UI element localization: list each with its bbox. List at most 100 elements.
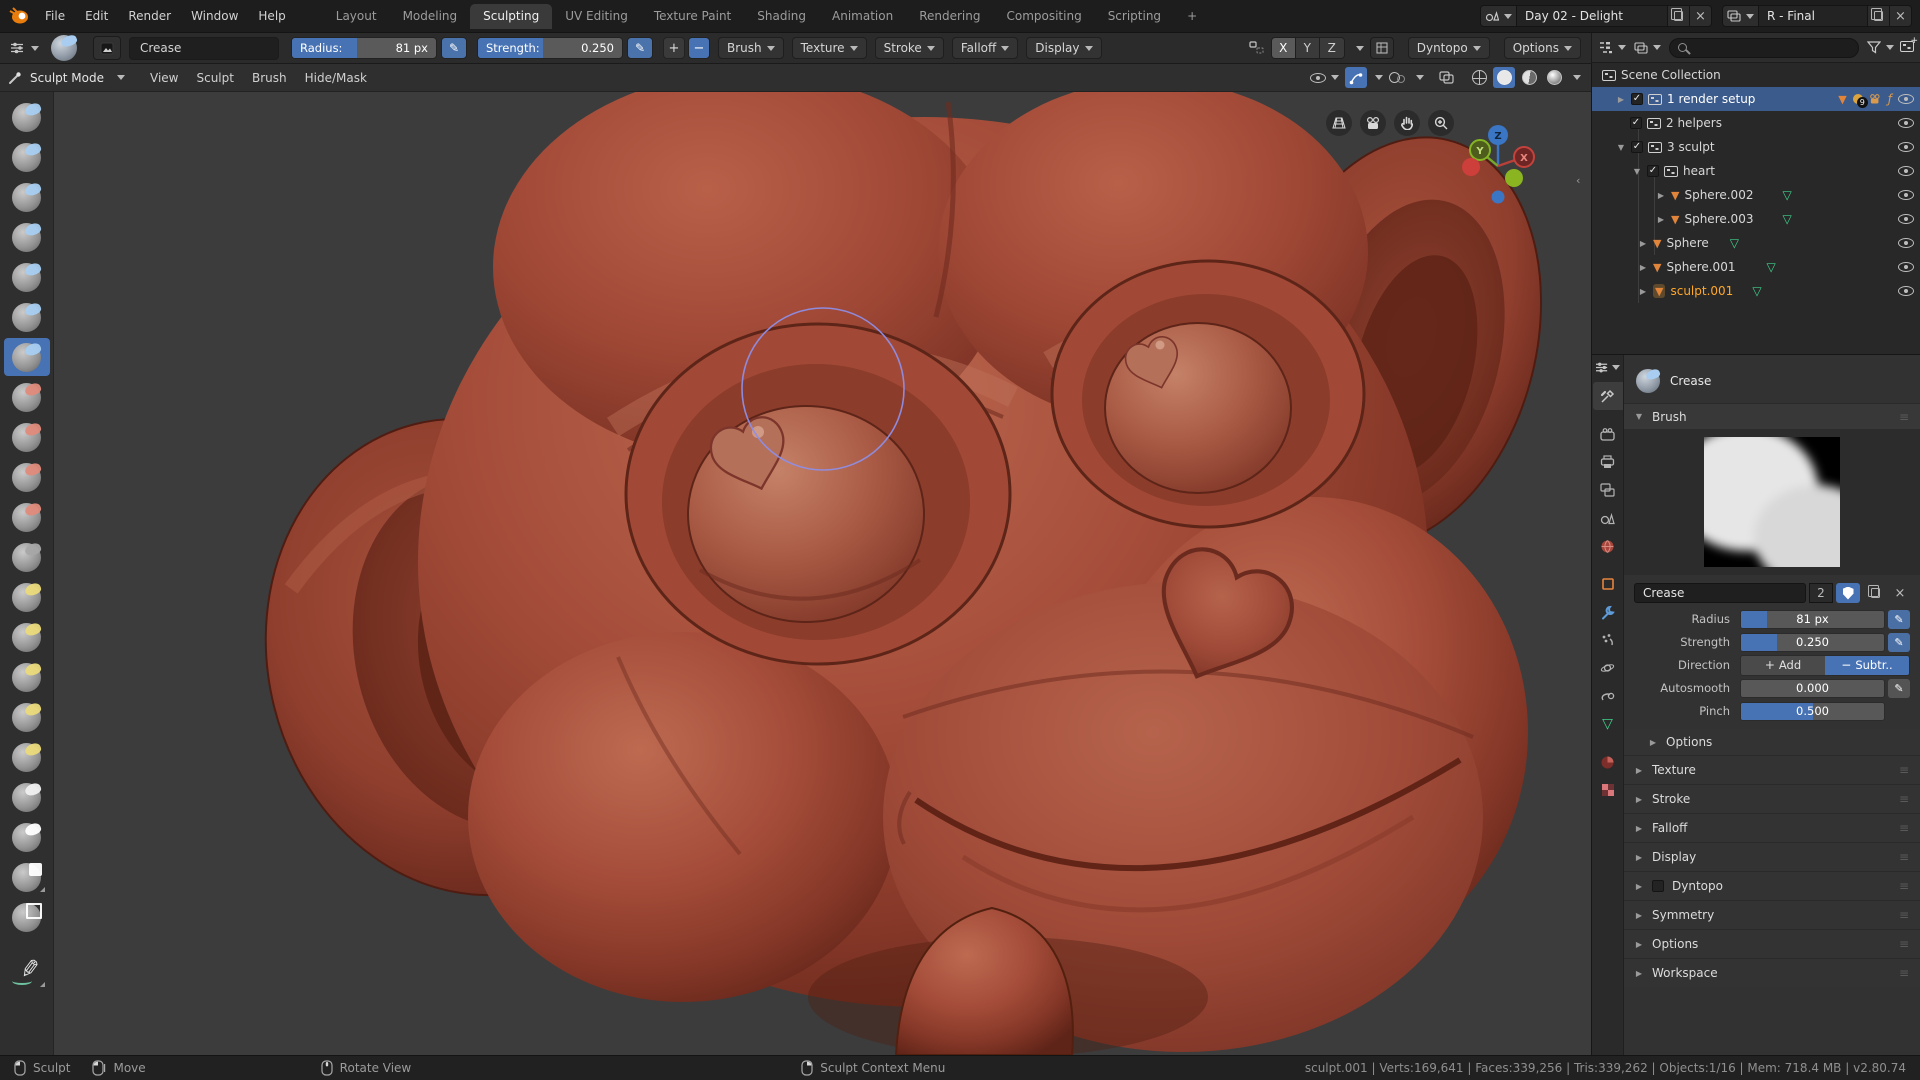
collection-checkbox[interactable] (1630, 117, 1642, 129)
tab-material[interactable] (1593, 748, 1623, 776)
overlays-dropdown[interactable] (1416, 75, 1424, 80)
tab-particles[interactable] (1593, 626, 1623, 654)
annotate[interactable] (4, 953, 50, 991)
collection-checkbox[interactable] (1631, 141, 1643, 153)
fake-user-button[interactable] (1836, 583, 1860, 603)
property-section-header[interactable]: ▶ Symmetry ≡ (1624, 900, 1920, 929)
gizmos-dropdown[interactable] (1375, 75, 1383, 80)
viewport-canvas[interactable]: Z Y X ‹ (0, 92, 1591, 1055)
tab-constraints[interactable] (1593, 682, 1623, 710)
blob[interactable] (4, 298, 50, 336)
viewport-menu[interactable]: Sculpt (187, 68, 242, 88)
hide-toggle[interactable] (1898, 118, 1914, 128)
property-section-header[interactable]: ▶ Display ≡ (1624, 842, 1920, 871)
brush-preview-box[interactable] (1624, 429, 1920, 575)
pan-view-button[interactable] (1394, 110, 1420, 136)
zoom-view-button[interactable] (1428, 110, 1454, 136)
workspace-tab[interactable]: Sculpting (470, 3, 553, 29)
hide-toggle[interactable] (1898, 94, 1914, 104)
view-layer-new-button[interactable] (1867, 6, 1889, 26)
scrape[interactable] (4, 498, 50, 536)
workspace-tab[interactable]: Compositing (993, 4, 1094, 29)
scene-browse-button[interactable] (1481, 6, 1517, 26)
workspace-tab[interactable]: Texture Paint (641, 4, 744, 29)
flatten[interactable] (4, 418, 50, 456)
property-section-header[interactable]: ▶ Dyntopo ≡ (1624, 871, 1920, 900)
view-layer-remove-button[interactable]: × (1889, 6, 1911, 26)
shading-wireframe-button[interactable] (1468, 67, 1490, 88)
direction-add-button[interactable]: + (663, 37, 685, 59)
tab-output[interactable] (1593, 448, 1623, 476)
section-brush-options[interactable]: ▶ Options (1624, 729, 1920, 755)
shading-material-button[interactable] (1518, 67, 1540, 88)
radius-slider[interactable]: Radius: 81 px (291, 37, 437, 59)
viewport-menu[interactable]: View (141, 68, 187, 88)
outliner-search-input[interactable] (1669, 37, 1859, 58)
collection-checkbox[interactable] (1647, 165, 1659, 177)
scene-name-field[interactable]: Day 02 - Delight (1517, 9, 1667, 23)
clay-strips[interactable] (4, 178, 50, 216)
pinch[interactable] (4, 538, 50, 576)
expand-icon[interactable]: ▶ (1638, 239, 1648, 248)
menu-item[interactable]: File (36, 6, 74, 26)
brush-name-field[interactable]: Crease (129, 36, 279, 60)
simplify[interactable] (4, 778, 50, 816)
menu-item[interactable]: Help (249, 6, 294, 26)
strength-pressure-button[interactable]: ✎ (1888, 632, 1910, 652)
strength-pressure-button[interactable]: ✎ (627, 37, 653, 59)
duplicate-brush-button[interactable] (1863, 583, 1887, 603)
tab-scene[interactable] (1593, 504, 1623, 532)
menu-item[interactable]: Edit (76, 6, 117, 26)
viewport-menu[interactable]: Hide/Mask (296, 68, 376, 88)
strength-slider[interactable]: 0.250 (1740, 632, 1885, 652)
tool-settings-menu[interactable]: Brush (718, 37, 784, 59)
menu-item[interactable]: Render (119, 6, 180, 26)
direction-subtract-button[interactable]: − (688, 37, 710, 59)
brush-users-count[interactable]: 2 (1809, 583, 1833, 603)
workspace-tab[interactable]: Animation (819, 4, 906, 29)
expand-icon[interactable]: ▶ (1656, 215, 1666, 224)
smooth[interactable] (4, 378, 50, 416)
workspace-tab[interactable]: Rendering (906, 4, 993, 29)
tab-physics[interactable] (1593, 654, 1623, 682)
navigation-gizmo[interactable]: Z Y X (1455, 120, 1541, 206)
tab-object-data[interactable]: ▽ (1593, 710, 1623, 738)
workspace-tab[interactable]: UV Editing (552, 4, 641, 29)
editor-type-button[interactable] (10, 41, 39, 55)
dyntopo-detail-button[interactable] (1369, 37, 1394, 59)
hide-toggle[interactable] (1898, 190, 1914, 200)
properties-editor-type-button[interactable] (1595, 361, 1620, 374)
thumb[interactable] (4, 658, 50, 696)
property-section-header[interactable]: ▶ Workspace ≡ (1624, 958, 1920, 987)
outliner-display-mode-button[interactable] (1634, 41, 1661, 54)
workspace-tab[interactable]: Modeling (390, 4, 471, 29)
nudge[interactable] (4, 698, 50, 736)
tool-settings-menu[interactable]: Display (1026, 37, 1102, 59)
xray-button[interactable] (1435, 67, 1457, 88)
direction-subtract-button[interactable]: − Subtr.. (1825, 655, 1909, 675)
symmetry-axis-button[interactable]: Z (1319, 38, 1344, 58)
camera-view-button[interactable] (1360, 110, 1386, 136)
row-sculpt-collection[interactable]: ▼ 3 sculpt (1592, 135, 1920, 159)
property-section-header[interactable]: ▶ Falloff ≡ (1624, 813, 1920, 842)
view-layer-name-field[interactable]: R - Final (1759, 9, 1867, 23)
shading-rendered-button[interactable] (1543, 67, 1565, 88)
workspace-tab[interactable]: Scripting (1095, 4, 1174, 29)
expand-icon[interactable]: ▶ (1656, 191, 1666, 200)
hide-toggle[interactable] (1898, 214, 1914, 224)
hide-toggle[interactable] (1898, 262, 1914, 272)
hide-toggle[interactable] (1898, 286, 1914, 296)
tab-view-layer[interactable] (1593, 476, 1623, 504)
row-heart-collection[interactable]: ▼ heart (1592, 159, 1920, 183)
gizmo-z-neg[interactable] (1491, 190, 1505, 204)
hide-toggle[interactable] (1898, 166, 1914, 176)
autosmooth-slider[interactable]: 0.000 (1740, 678, 1885, 698)
view-layer-browse-button[interactable] (1723, 6, 1759, 26)
row-sphere-001[interactable]: ▶ ▼ Sphere.001 ▽ (1592, 255, 1920, 279)
scene-unlink-button[interactable]: × (1689, 6, 1711, 26)
shading-dropdown[interactable] (1573, 75, 1581, 80)
tool-settings-menu[interactable]: Texture (791, 37, 867, 59)
draw[interactable] (4, 98, 50, 136)
viewport-menu[interactable]: Brush (243, 68, 296, 88)
property-section-header[interactable]: ▶ Texture ≡ (1624, 755, 1920, 784)
